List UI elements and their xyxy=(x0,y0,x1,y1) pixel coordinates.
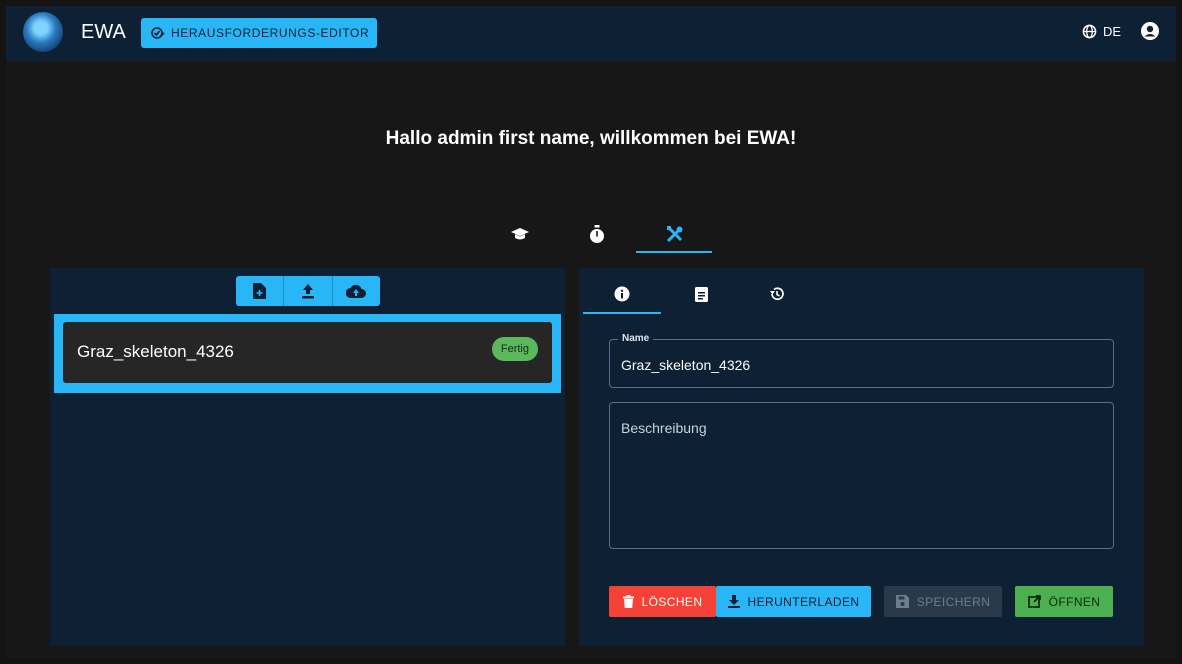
challenge-name: Graz_skeleton_4326 xyxy=(77,342,234,361)
active-tab-indicator xyxy=(636,251,712,253)
external-link-icon xyxy=(1027,595,1041,608)
download-icon xyxy=(727,595,740,608)
language-code: DE xyxy=(1103,24,1122,39)
document-icon xyxy=(694,286,708,302)
tab-document[interactable] xyxy=(681,281,721,307)
open-button[interactable]: ÖFFNEN xyxy=(1015,586,1113,617)
save-button[interactable]: SPEICHERN xyxy=(884,586,1002,617)
download-button[interactable]: HERUNTERLADEN xyxy=(716,586,871,617)
tools-icon xyxy=(666,225,684,243)
challenge-list-item-selected[interactable]: Graz_skeleton_4326 Fertig xyxy=(54,314,561,393)
edit-check-icon xyxy=(151,26,165,40)
tab-learning[interactable] xyxy=(508,222,532,246)
tab-timer[interactable] xyxy=(585,222,609,246)
status-badge: Fertig xyxy=(491,337,538,361)
tab-history[interactable] xyxy=(757,281,797,307)
challenge-editor-label: HERAUSFORDERUNGS-EDITOR xyxy=(171,26,370,40)
ewa-logo-icon[interactable] xyxy=(23,12,63,52)
delete-button[interactable]: LÖSCHEN xyxy=(609,586,716,617)
new-file-icon xyxy=(253,283,267,299)
globe-icon xyxy=(1082,24,1097,39)
name-field-label: Name xyxy=(618,333,654,344)
top-app-bar: EWA HERAUSFORDERUNGS-EDITOR DE xyxy=(6,6,1176,61)
cloud-upload-icon xyxy=(346,284,367,298)
import-challenge-button[interactable] xyxy=(284,276,333,306)
save-button-label: SPEICHERN xyxy=(916,594,991,609)
challenge-list-toolbar xyxy=(236,276,380,306)
trash-icon xyxy=(622,595,634,608)
description-field[interactable]: Beschreibung xyxy=(609,402,1114,549)
stopwatch-icon xyxy=(589,224,605,244)
delete-button-label: LÖSCHEN xyxy=(641,594,703,609)
new-challenge-button[interactable] xyxy=(236,276,285,306)
welcome-message: Hallo admin first name, willkommen bei E… xyxy=(385,128,797,149)
active-detail-tab-indicator xyxy=(583,312,661,314)
tab-info[interactable] xyxy=(602,281,642,307)
language-selector[interactable]: DE xyxy=(1082,24,1121,39)
brand-title[interactable]: EWA xyxy=(81,21,126,44)
tab-editor[interactable] xyxy=(663,222,687,246)
floppy-disk-icon xyxy=(895,595,909,608)
challenge-details-panel: Name Graz_skeleton_4326 Beschreibung LÖS… xyxy=(579,268,1144,646)
upload-icon xyxy=(301,283,315,299)
list-item[interactable]: Graz_skeleton_4326 Fertig xyxy=(63,322,552,383)
download-button-label: HERUNTERLADEN xyxy=(747,594,860,609)
history-icon xyxy=(769,286,785,302)
open-button-label: ÖFFNEN xyxy=(1048,594,1101,609)
user-account-icon[interactable] xyxy=(1140,21,1160,41)
name-field-value: Graz_skeleton_4326 xyxy=(621,357,751,373)
name-field[interactable]: Name Graz_skeleton_4326 xyxy=(609,333,1114,388)
graduation-cap-icon xyxy=(510,226,530,242)
info-icon xyxy=(614,286,630,302)
cloud-upload-button[interactable] xyxy=(333,276,380,306)
challenge-editor-mode-button[interactable]: HERAUSFORDERUNGS-EDITOR xyxy=(141,18,377,48)
challenge-list-panel: Graz_skeleton_4326 Fertig xyxy=(50,268,565,646)
description-placeholder: Beschreibung xyxy=(621,420,707,436)
